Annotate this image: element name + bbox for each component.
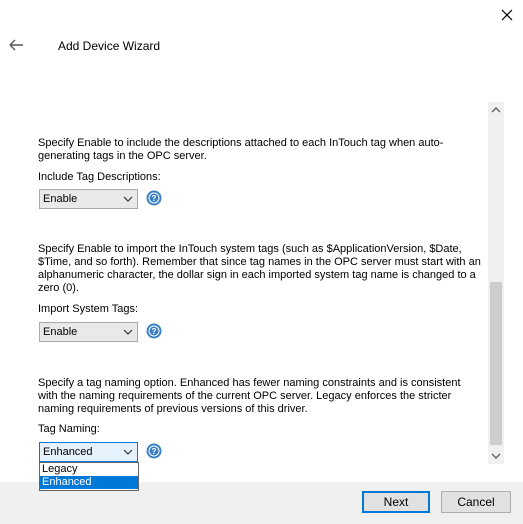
chevron-down-icon <box>491 453 501 459</box>
tag-naming-select[interactable]: Enhanced <box>39 442 138 462</box>
help-icon[interactable]: ? <box>146 443 162 459</box>
tag-descriptions-help-text: Specify Enable to include the descriptio… <box>38 137 444 162</box>
tag-descriptions-select[interactable]: Enable <box>39 189 138 209</box>
tag-naming-help-text: Specify a tag naming option. Enhanced ha… <box>38 377 461 415</box>
wizard-title: Add Device Wizard <box>58 39 161 53</box>
dropdown-option-enhanced[interactable]: Enhanced <box>40 476 138 489</box>
chevron-up-icon <box>491 107 501 113</box>
back-button[interactable] <box>6 36 26 54</box>
back-arrow-icon <box>9 39 23 51</box>
svg-text:?: ? <box>152 447 157 456</box>
cancel-button[interactable]: Cancel <box>441 491 511 513</box>
system-tags-label: Import System Tags: <box>38 303 139 315</box>
system-tags-select[interactable]: Enable <box>39 322 138 342</box>
chevron-down-icon <box>123 329 133 335</box>
close-icon <box>501 9 513 21</box>
system-tags-value: Enable <box>43 326 78 338</box>
scroll-up-button[interactable] <box>488 102 504 118</box>
svg-text:?: ? <box>152 194 157 203</box>
system-tags-help-text: Specify Enable to import the InTouch sys… <box>38 243 481 294</box>
scroll-down-button[interactable] <box>488 448 504 464</box>
scrollbar-thumb[interactable] <box>490 282 502 445</box>
chevron-down-icon <box>123 196 133 202</box>
tag-naming-label: Tag Naming: <box>38 423 100 435</box>
tag-descriptions-label: Include Tag Descriptions: <box>38 171 161 183</box>
next-button[interactable]: Next <box>362 491 430 513</box>
chevron-down-icon <box>123 449 133 455</box>
dropdown-option-legacy[interactable]: Legacy <box>40 463 138 476</box>
tag-naming-dropdown-list: Legacy Enhanced <box>39 462 139 491</box>
help-icon[interactable]: ? <box>146 323 162 339</box>
help-icon[interactable]: ? <box>146 190 162 206</box>
close-button[interactable] <box>496 4 518 26</box>
tag-descriptions-value: Enable <box>43 193 78 205</box>
svg-text:?: ? <box>152 327 157 336</box>
vertical-scrollbar[interactable] <box>488 102 504 464</box>
tag-naming-value: Enhanced <box>43 446 93 458</box>
